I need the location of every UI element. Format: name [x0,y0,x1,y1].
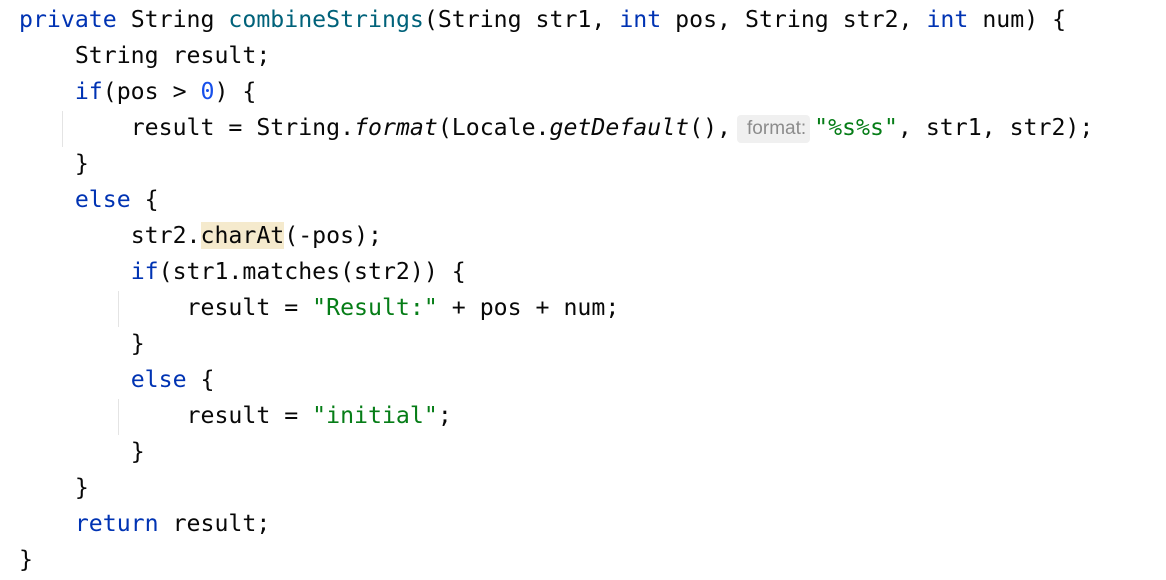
code-editor[interactable]: private String combineStrings(String str… [19,2,1093,578]
indent-guide [62,111,63,147]
code-line[interactable]: if(pos > 0) { [19,74,1093,110]
highlighted-usage-token: charAt [200,222,285,249]
code-token: String result; [74,42,271,69]
static-method-token: format [354,114,438,141]
code-token: result = [186,402,313,429]
code-line[interactable]: } [19,146,1093,182]
code-line[interactable]: String result; [19,38,1093,74]
code-line[interactable]: } [19,470,1093,506]
code-token: (), [689,114,732,141]
code-token: { [186,366,215,393]
code-token: (Locale. [437,114,550,141]
code-line[interactable]: else { [19,182,1093,218]
code-token: result; [158,510,271,537]
code-line[interactable]: } [19,542,1093,578]
code-line[interactable]: } [19,434,1093,470]
keyword-token: else [74,186,131,213]
code-token: result = String. [130,114,355,141]
parameter-hint: format: [737,115,811,143]
code-line[interactable]: else { [19,362,1093,398]
code-line[interactable]: if(str1.matches(str2)) { [19,254,1093,290]
keyword-token: if [74,78,103,105]
code-token: str2. [130,222,201,249]
code-token: } [19,546,33,573]
code-line[interactable]: result = String.format(Locale.getDefault… [19,110,1093,146]
code-token: num) { [968,6,1067,33]
keyword-token: if [130,258,159,285]
code-token: result = [186,294,313,321]
string-literal-token: "%s%s" [814,114,898,141]
code-token: , str1, str2); [897,114,1094,141]
code-line[interactable]: str2.charAt(-pos); [19,218,1093,254]
indent-guide [118,291,119,327]
code-token: String [116,6,229,33]
code-token: (-pos); [284,222,382,249]
number-literal-token: 0 [200,78,215,105]
code-token: } [130,438,145,465]
code-token: ) { [214,78,257,105]
indent-guide [118,399,119,435]
code-token: } [130,330,145,357]
code-token: (str1.matches(str2)) { [158,258,466,285]
string-literal-token: "initial" [312,402,438,429]
code-line[interactable]: result = "initial"; [19,398,1093,434]
keyword-token: return [74,510,159,537]
keyword-token: else [130,366,187,393]
code-line[interactable]: } [19,326,1093,362]
code-token: ; [437,402,452,429]
code-token: { [130,186,159,213]
keyword-token: int [619,6,662,33]
code-token: } [74,474,89,501]
code-token: pos, String str2, [661,6,927,33]
keyword-token: int [926,6,969,33]
code-token: + pos + num; [437,294,620,321]
keyword-token: private [19,6,117,33]
code-line[interactable]: private String combineStrings(String str… [19,2,1093,38]
code-token: (pos > [102,78,201,105]
code-token: } [74,150,89,177]
string-literal-token: "Result:" [312,294,438,321]
code-line[interactable]: return result; [19,506,1093,542]
method-name-token: combineStrings [228,6,424,33]
code-line[interactable]: result = "Result:" + pos + num; [19,290,1093,326]
code-token: (String str1, [423,6,620,33]
static-method-token: getDefault [549,114,690,141]
